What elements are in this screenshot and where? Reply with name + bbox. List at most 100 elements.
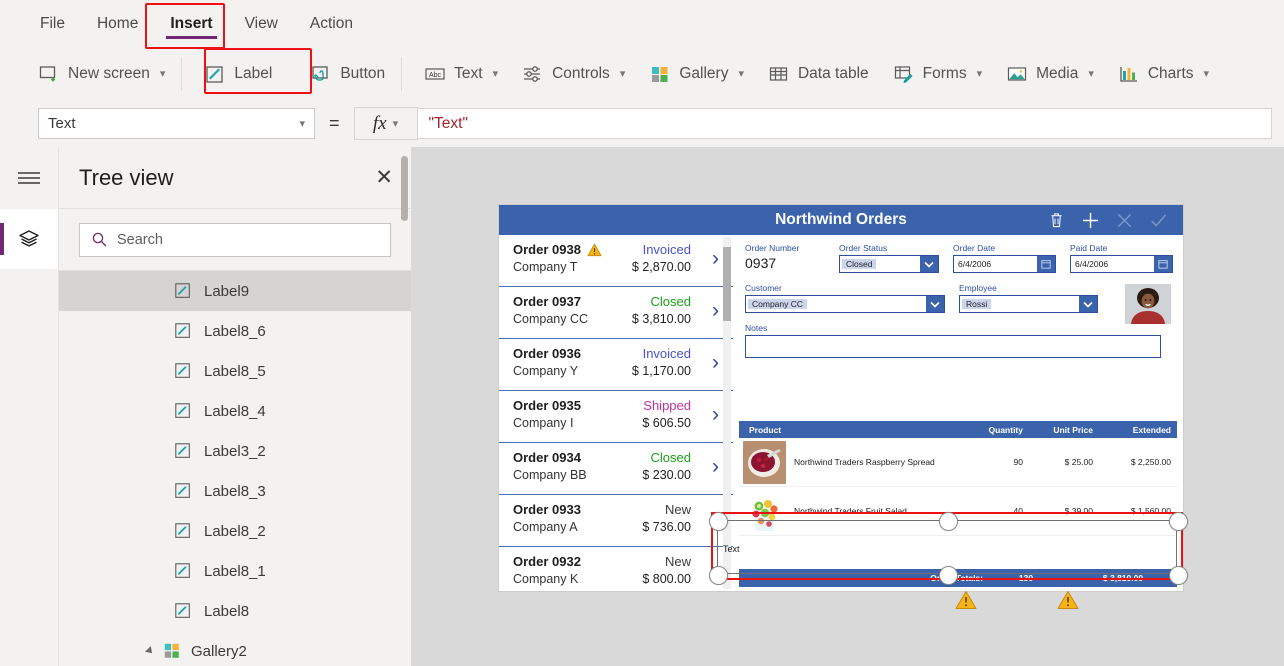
chevron-right-icon[interactable]: › [712,352,719,373]
field-label: Notes [745,323,768,333]
order-list-item[interactable]: Order 0937 Closed Company CC $ 3,810.00 … [499,287,733,339]
order-number: Order 0938 [513,242,581,257]
cancel-x-icon[interactable] [1107,205,1141,235]
column-header-unit-price: Unit Price [1053,424,1093,435]
order-status-dropdown[interactable]: Closed [839,255,939,273]
chevron-down-icon[interactable]: ▾ [493,67,499,80]
order-number: Order 0935 [513,398,581,413]
warning-icon[interactable] [955,590,977,609]
order-row-top: Order 0935 Shipped [513,398,733,413]
menu-item-file[interactable]: File [26,9,79,39]
field-order-status: Order Status Closed [839,243,939,273]
calendar-icon[interactable] [1154,256,1172,272]
formula-bar: Text ▾ = fx ▾ "Text" [0,100,1284,148]
chevron-down-icon[interactable]: ▾ [738,67,744,80]
chevron-down-icon[interactable] [920,256,938,272]
chevron-down-icon[interactable]: ▾ [160,67,166,80]
rail-item-tree-view[interactable] [0,209,58,269]
customer-dropdown[interactable]: Company CC [745,295,945,313]
check-icon[interactable] [1141,205,1175,235]
order-row-top: Order 0933 New [513,502,733,517]
chevron-right-icon[interactable]: › [712,300,719,321]
order-list-item[interactable]: Order 0933 New Company A $ 736.00 › [499,495,733,547]
chevron-down-icon[interactable]: ▾ [1204,67,1210,80]
plus-icon[interactable] [1073,205,1107,235]
field-employee: Employee Rossi [959,283,1098,313]
trash-icon[interactable] [1039,205,1073,235]
ribbon-item-label: New screen [68,64,150,82]
search-input[interactable]: Search [79,222,391,257]
resize-handle-top-center[interactable] [938,511,958,531]
tree-item-label8_4[interactable]: Label8_4 [59,391,411,431]
ribbon-text-button[interactable]: Abc Text ▾ [412,57,510,91]
tree-view-scrollbar-thumb[interactable] [401,156,408,221]
notes-input[interactable] [745,335,1161,358]
close-icon[interactable]: ✕ [375,167,393,188]
order-date-picker[interactable]: 6/4/2006 [953,255,1056,273]
tree-item-label3_2[interactable]: Label3_2 [59,431,411,471]
ribbon-label-button[interactable]: Label [192,57,284,91]
product-row[interactable]: Northwind Traders Raspberry Spread 90 $ … [739,438,1177,487]
chevron-right-icon[interactable]: › [712,456,719,477]
ribbon-controls-button[interactable]: Controls ▾ [510,57,637,91]
resize-handle-top-left[interactable] [708,511,728,531]
chevron-down-icon[interactable] [926,296,944,312]
tree-view-list: Label9 Label8_6 Label8_5 Label8_4 Label3… [59,271,411,666]
ribbon-new-screen-button[interactable]: New screen ▾ [26,57,177,91]
employee-dropdown[interactable]: Rossi [959,295,1098,313]
ribbon-gallery-button[interactable]: Gallery ▾ [637,57,756,91]
chevron-down-icon[interactable]: ▾ [620,67,626,80]
order-number: Order 0937 [513,294,581,309]
tree-item-label8[interactable]: Label8 [59,591,411,631]
menu-item-home[interactable]: Home [83,9,152,39]
tree-item-label9[interactable]: Label9 [59,271,411,311]
tree-view-scrollbar[interactable] [401,150,408,538]
ribbon-button-button[interactable]: Button [298,57,397,91]
ribbon-data-table-button[interactable]: Data table [756,57,881,91]
order-number-value: 0937 [745,255,777,271]
order-list-item[interactable]: Order 0935 Shipped Company I $ 606.50 › [499,391,733,443]
tree-item-label8_5[interactable]: Label8_5 [59,351,411,391]
menu-item-insert[interactable]: Insert [156,9,226,39]
ribbon-forms-button[interactable]: Forms ▾ [881,57,994,91]
tree-item-label8_6[interactable]: Label8_6 [59,311,411,351]
order-list-item[interactable]: Order 0936 Invoiced Company Y $ 1,170.00… [499,339,733,391]
chevron-right-icon[interactable]: › [712,404,719,425]
paid-date-picker[interactable]: 6/4/2006 [1070,255,1173,273]
hamburger-menu-button[interactable] [0,147,58,209]
left-rail [0,147,59,666]
order-list-item[interactable]: Order 0932 New Company K $ 800.00 › [499,547,733,591]
tree-item-label8_3[interactable]: Label8_3 [59,471,411,511]
ribbon-charts-button[interactable]: Charts ▾ [1106,57,1221,91]
resize-handle-bottom-right[interactable] [1168,565,1188,585]
chevron-down-icon[interactable]: ▾ [977,67,983,80]
tree-item-label: Label8 [204,602,250,620]
order-list-item[interactable]: Order 0938 Invoiced Company T $ 2,870.00… [499,235,733,287]
search-placeholder: Search [117,231,163,248]
chevron-down-icon[interactable] [1079,296,1097,312]
resize-handle-top-right[interactable] [1168,511,1188,531]
orders-gallery-scrollbar-thumb[interactable] [723,247,731,321]
order-company: Company K [513,572,579,586]
resize-handle-bottom-center[interactable] [938,565,958,585]
formula-value: "Text" [428,114,468,132]
menu-item-action[interactable]: Action [296,9,367,39]
order-list-item[interactable]: Order 0934 Closed Company BB $ 230.00 › [499,443,733,495]
tree-item-label: Gallery2 [191,642,247,660]
chevron-down-icon[interactable]: ▾ [1088,67,1094,80]
chevron-right-icon[interactable]: › [712,248,719,269]
calendar-icon[interactable] [1037,256,1055,272]
warning-icon[interactable] [1057,590,1079,609]
selected-control-overlay[interactable]: Text [708,511,1188,585]
ribbon-media-button[interactable]: Media ▾ [994,57,1106,91]
tree-item-gallery2[interactable]: Gallery2 [59,631,411,666]
resize-handle-bottom-left[interactable] [708,565,728,585]
detail-row-2: Customer Company CC Employee Rossi [745,283,1173,313]
menu-item-view[interactable]: View [231,9,292,39]
formula-input[interactable]: "Text" [417,108,1272,139]
tree-item-label8_1[interactable]: Label8_1 [59,551,411,591]
property-select[interactable]: Text ▾ [38,108,315,139]
fx-button[interactable]: fx ▾ [353,107,418,140]
tree-item-label8_2[interactable]: Label8_2 [59,511,411,551]
expand-caret-icon[interactable] [145,646,155,656]
